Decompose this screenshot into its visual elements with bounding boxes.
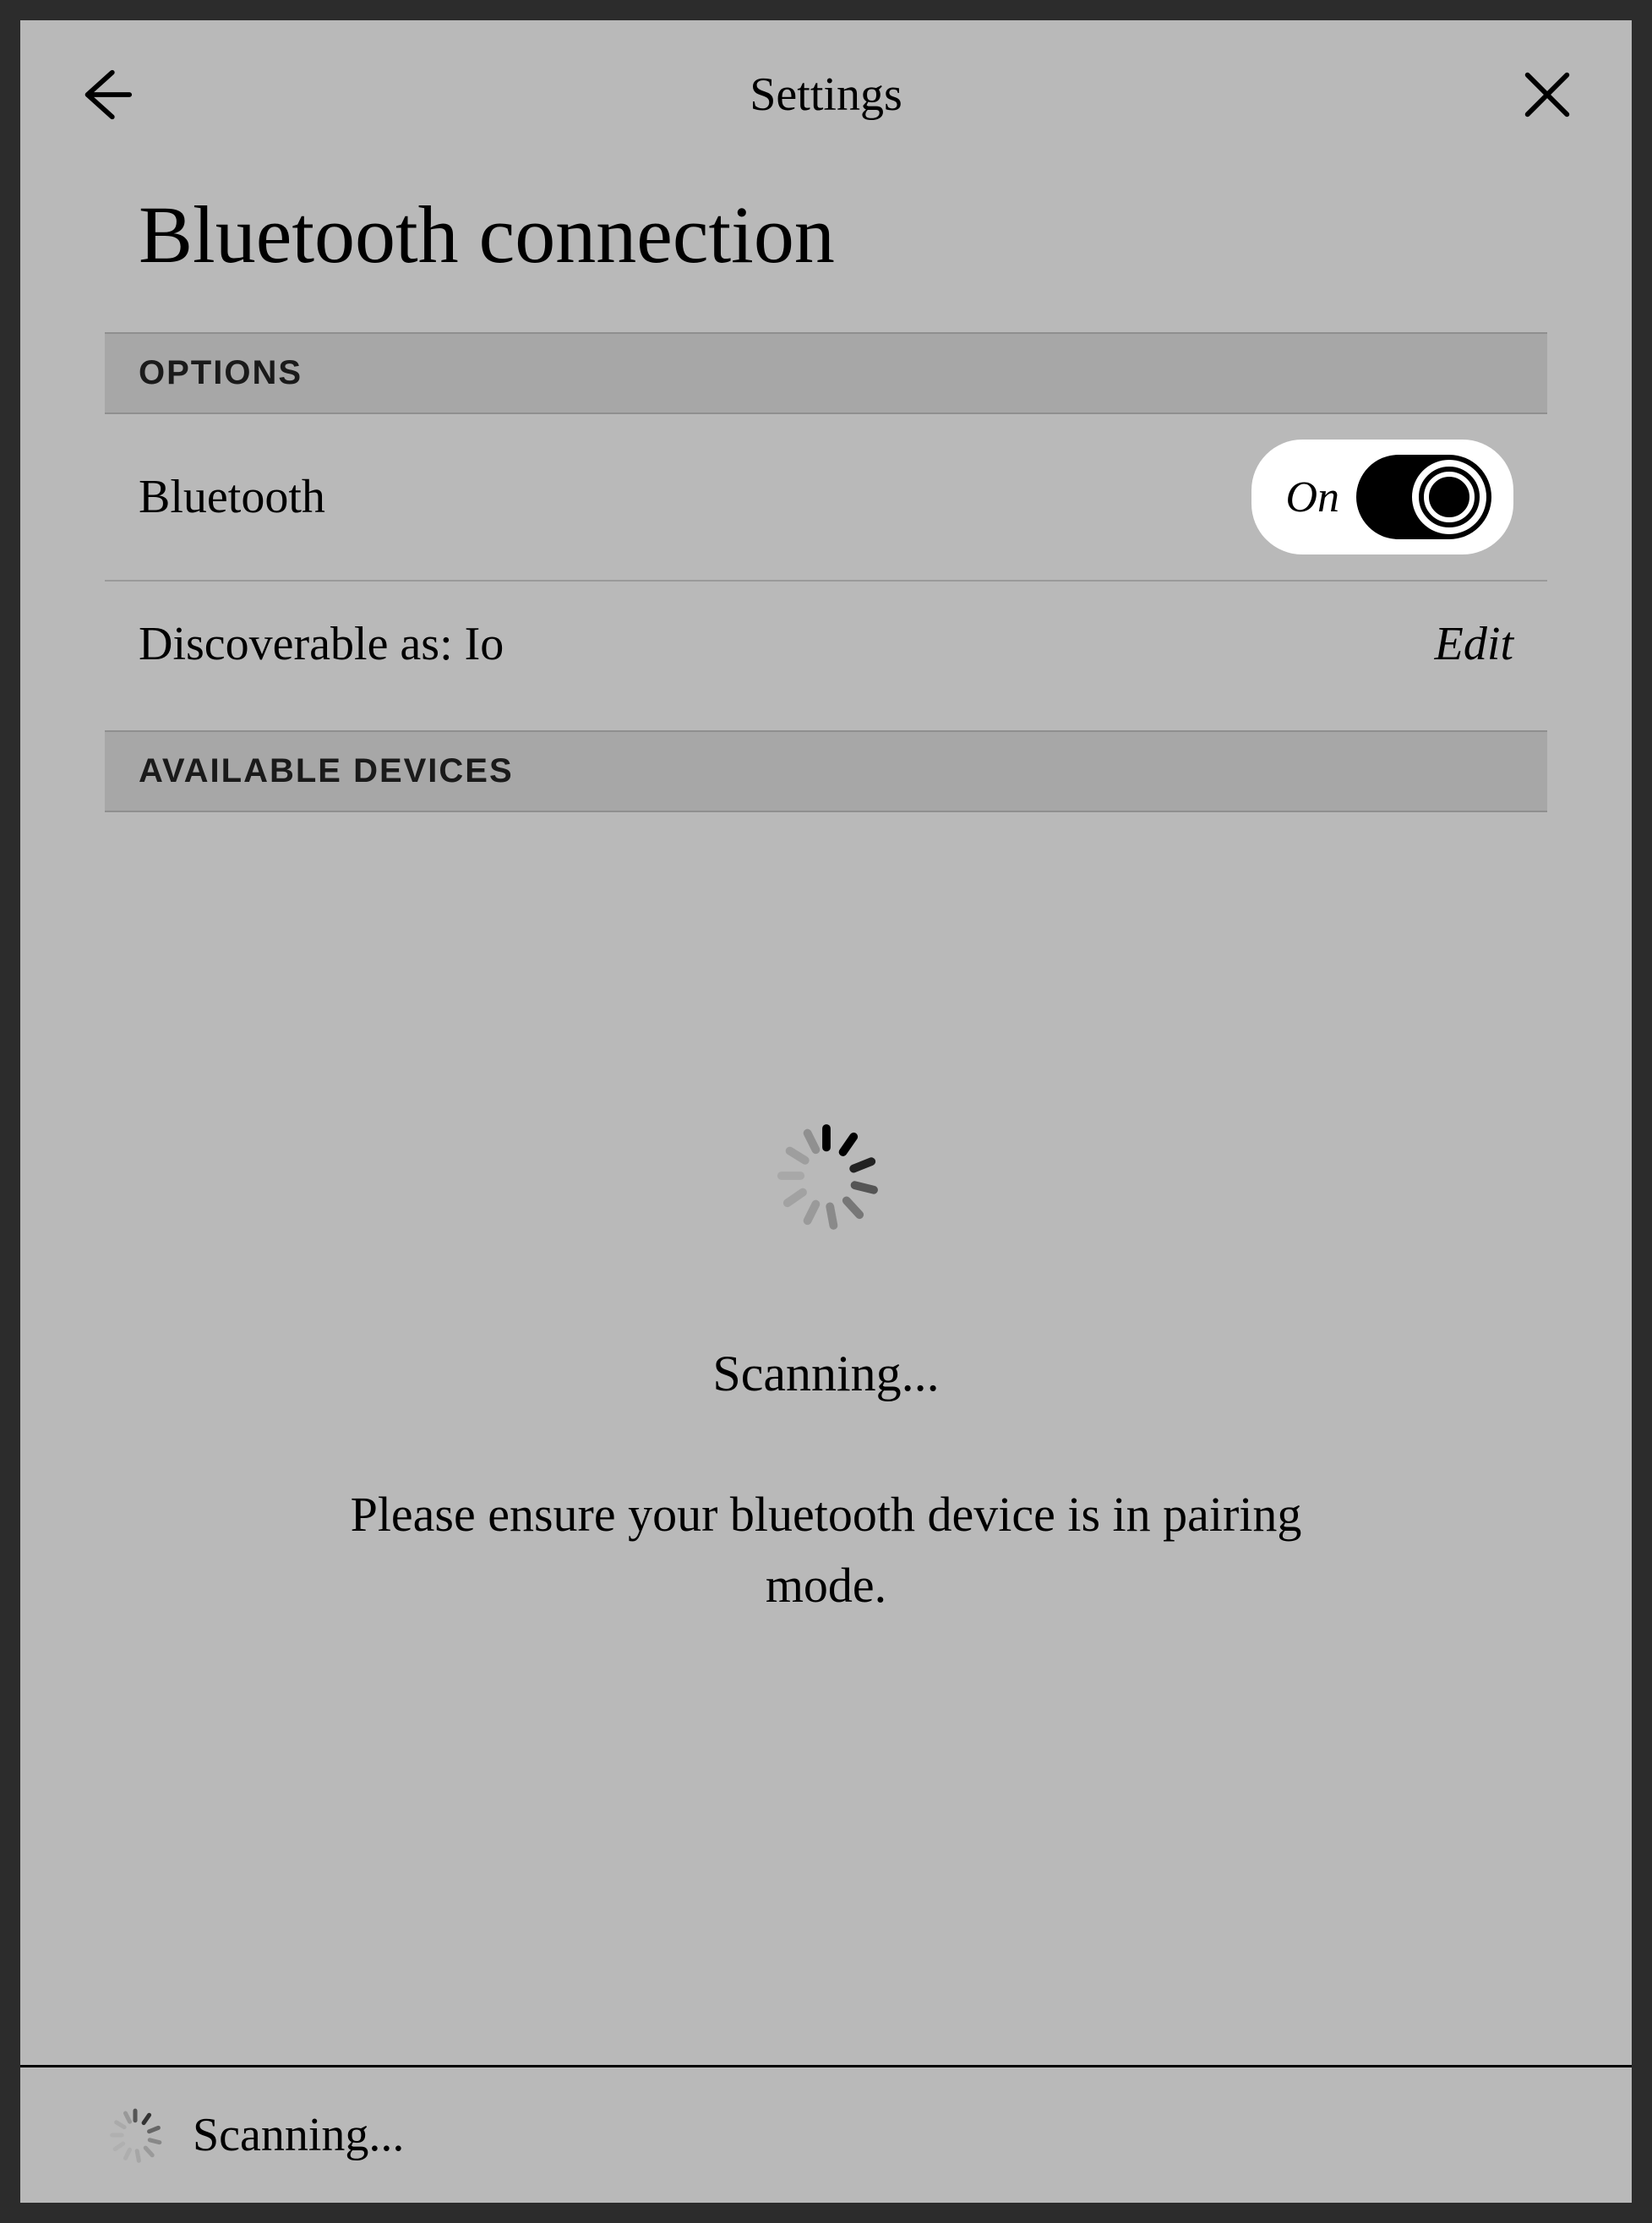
section-header-options-label: OPTIONS <box>139 354 1513 392</box>
discoverable-label: Discoverable as: Io <box>139 617 504 671</box>
row-bluetooth: Bluetooth On <box>105 414 1547 582</box>
row-discoverable: Discoverable as: Io Edit <box>105 582 1547 730</box>
scanning-area: Scanning... Please ensure your bluetooth… <box>105 812 1547 2065</box>
footer-spinner-icon <box>105 2105 166 2166</box>
device-frame: Settings Bluetooth connection OPTIONS Bl… <box>0 0 1652 2223</box>
bluetooth-label: Bluetooth <box>139 470 325 524</box>
toggle-track <box>1356 455 1491 539</box>
content: OPTIONS Bluetooth On Discoverable as: Io… <box>20 332 1632 2065</box>
close-icon <box>1518 65 1577 124</box>
back-button[interactable] <box>71 61 139 128</box>
section-header-available-devices: AVAILABLE DEVICES <box>105 730 1547 812</box>
scanning-status: Scanning... <box>712 1345 939 1403</box>
page-title: Bluetooth connection <box>20 154 1632 332</box>
loading-spinner-icon <box>767 1117 886 1235</box>
close-button[interactable] <box>1513 61 1581 128</box>
edit-discoverable-button[interactable]: Edit <box>1435 617 1513 671</box>
bluetooth-toggle-state-label: On <box>1285 472 1339 522</box>
screen: Settings Bluetooth connection OPTIONS Bl… <box>20 20 1632 2203</box>
arrow-left-icon <box>75 65 134 124</box>
bluetooth-toggle[interactable]: On <box>1251 440 1513 554</box>
header-title: Settings <box>139 68 1513 122</box>
scanning-message: Please ensure your bluetooth device is i… <box>319 1479 1333 1621</box>
toggle-knob <box>1412 460 1486 534</box>
header-bar: Settings <box>20 20 1632 154</box>
section-header-available-label: AVAILABLE DEVICES <box>139 752 1513 790</box>
footer-status: Scanning... <box>193 2108 404 2162</box>
footer-bar: Scanning... <box>20 2065 1632 2203</box>
section-header-options: OPTIONS <box>105 332 1547 414</box>
